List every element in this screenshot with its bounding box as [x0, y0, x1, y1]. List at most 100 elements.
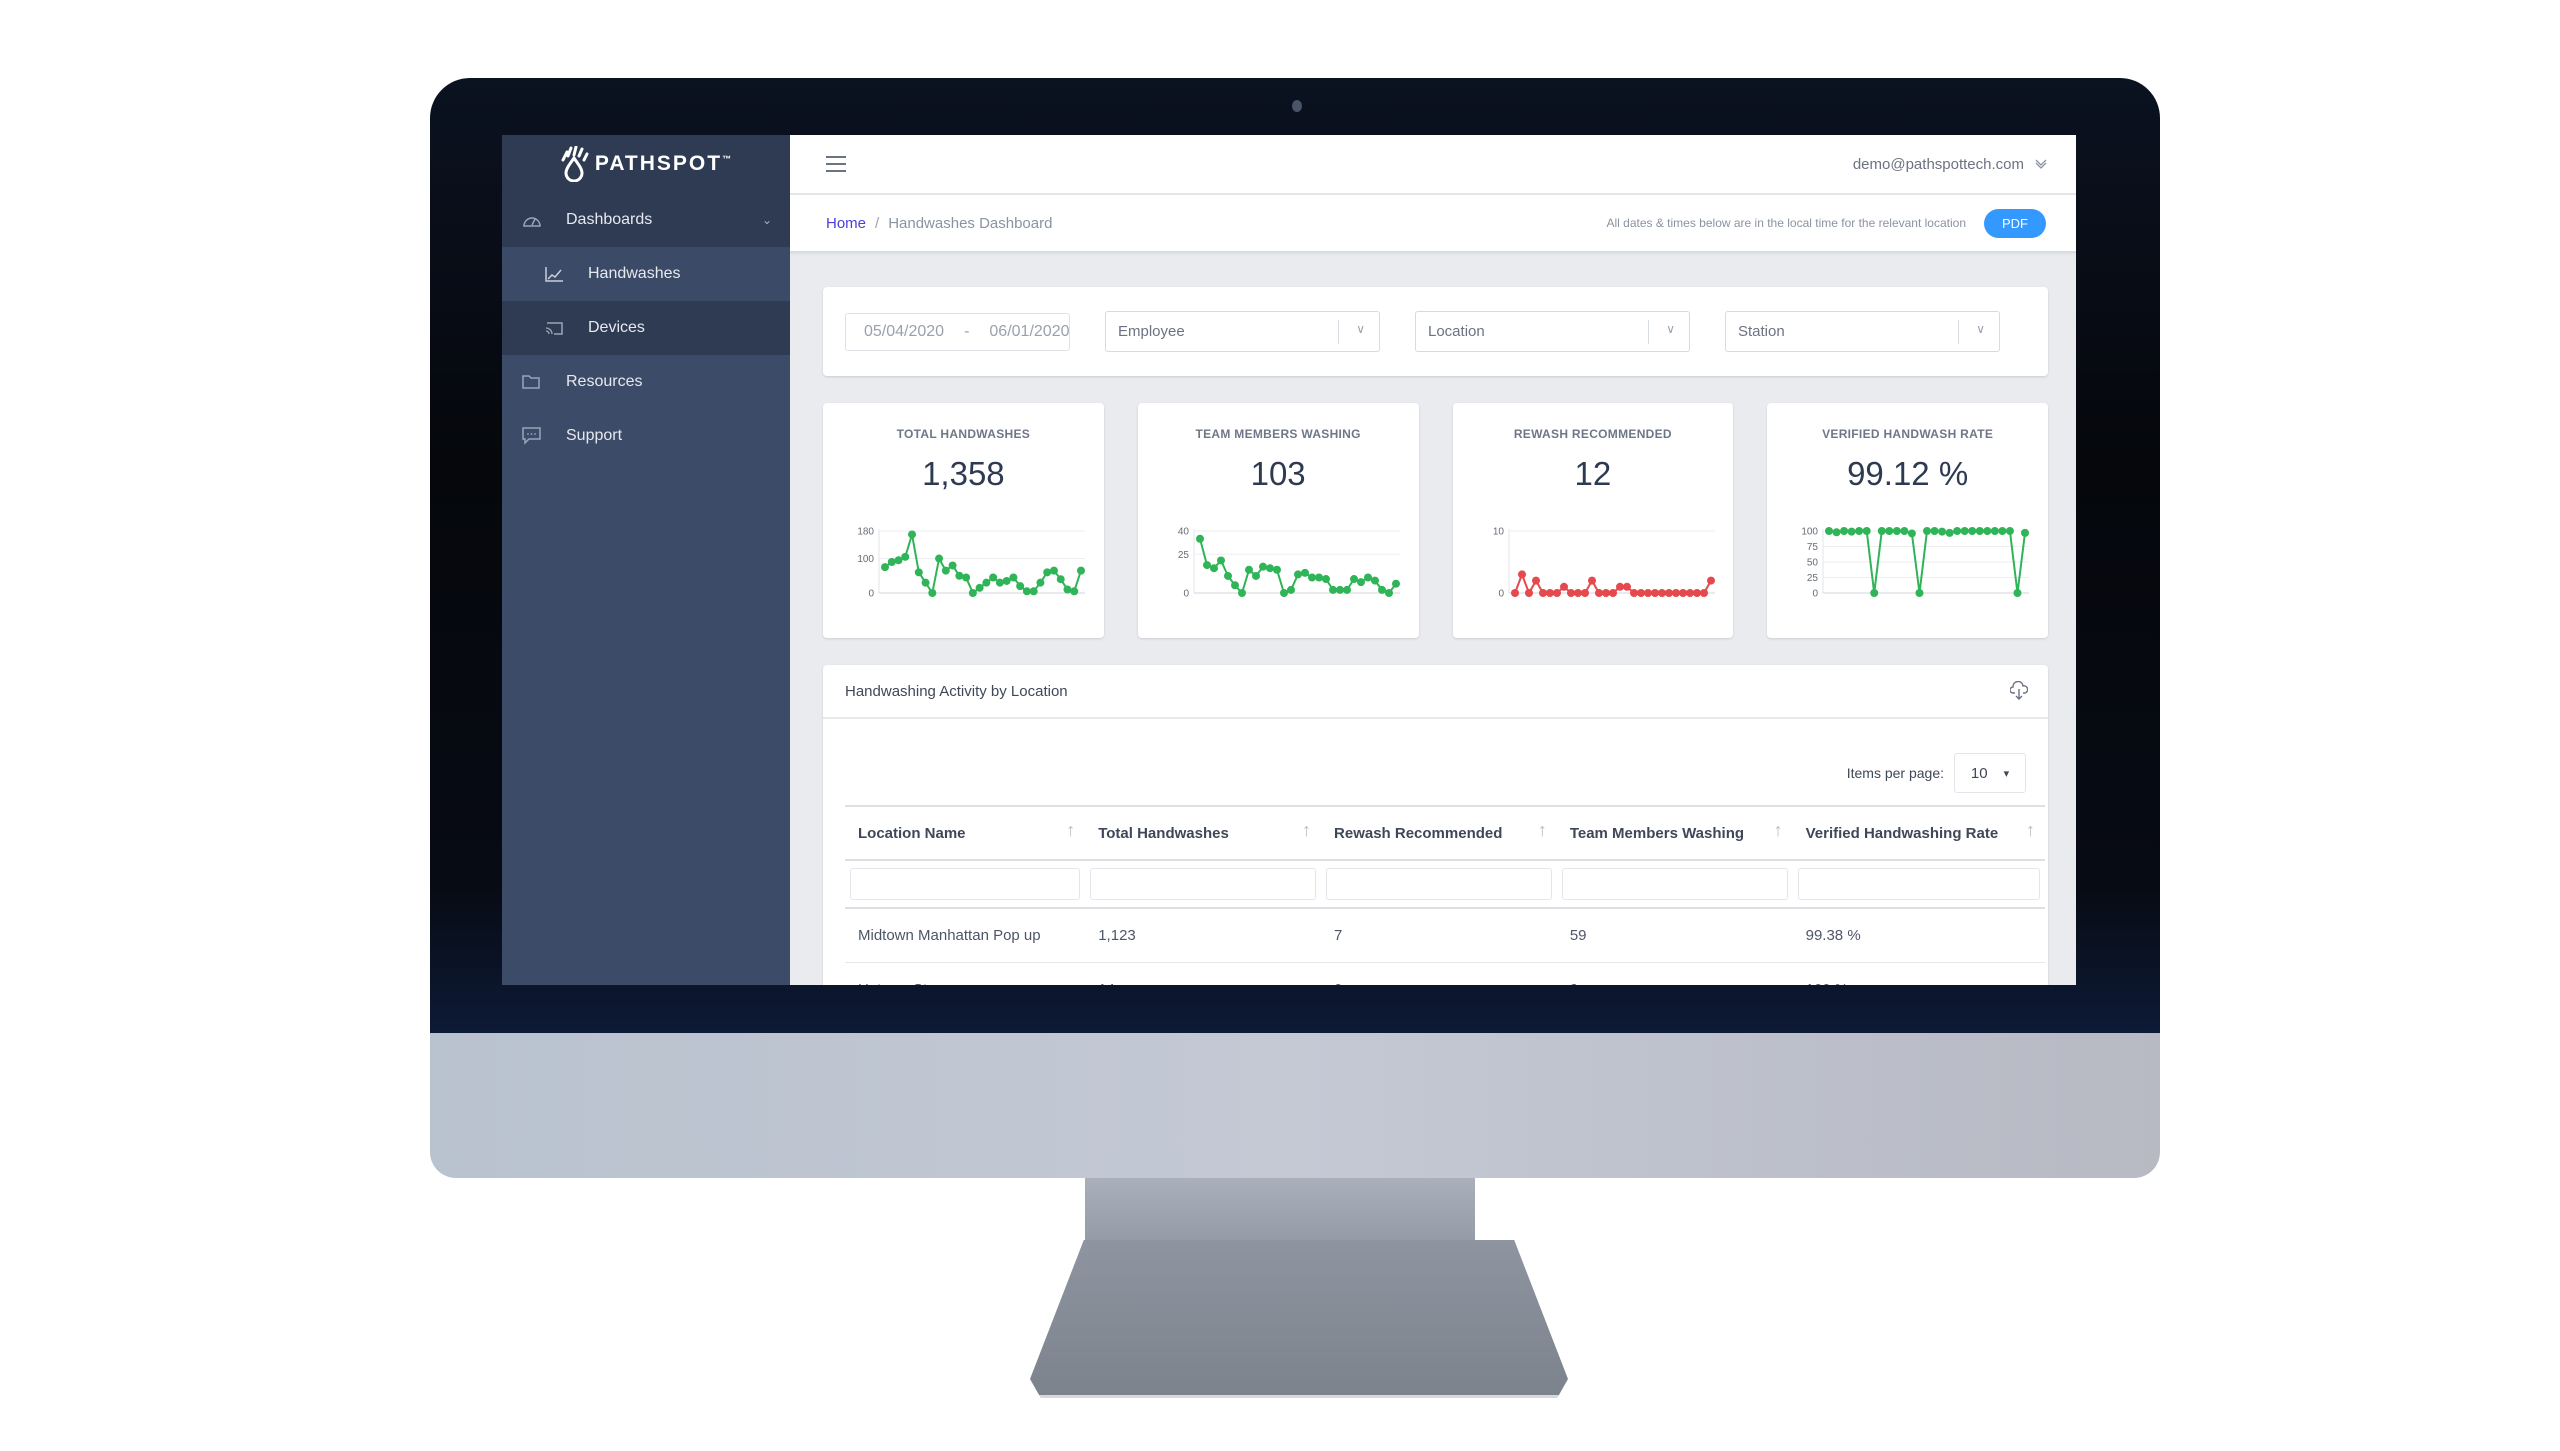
screen: PATHSPOT™ Dashboards ⌄ Handwashes Device…	[502, 135, 2076, 985]
data-point	[1517, 570, 1526, 579]
sidebar-item-support[interactable]: Support	[502, 409, 790, 463]
data-point	[1265, 564, 1274, 573]
data-point	[1983, 527, 1992, 535]
y-tick-label: 25	[1807, 573, 1819, 584]
camera-icon	[1292, 100, 1302, 112]
verified-rate-filter-input[interactable]	[1797, 868, 2040, 900]
date-start[interactable]: 05/04/2020	[864, 323, 944, 341]
total-handwashes-filter-input[interactable]	[1090, 868, 1317, 900]
sidebar-item-devices[interactable]: Devices	[502, 301, 790, 355]
series-line	[1198, 538, 1397, 595]
y-tick-label: 40	[1178, 527, 1190, 538]
data-point	[1643, 589, 1652, 597]
sort-arrow-icon[interactable]: ↑	[1538, 820, 1547, 841]
data-point	[1342, 585, 1351, 594]
items-per-page: Items per page: 10 ▾	[823, 719, 2048, 793]
sort-arrow-icon[interactable]: ↑	[1066, 820, 1075, 841]
cell-rate: 100 %	[1792, 962, 2045, 985]
sort-arrow-icon[interactable]: ↑	[2026, 820, 2035, 841]
stat-value: 12	[1574, 455, 1612, 492]
location-select[interactable]: Location ∨	[1415, 311, 1690, 352]
sidebar-item-handwashes[interactable]: Handwashes	[502, 247, 790, 301]
sort-arrow-icon[interactable]: ↑	[1774, 820, 1783, 841]
data-point	[1063, 585, 1072, 594]
main-content: demo@pathspottech.com Home / Handwashes Da…	[790, 135, 2076, 985]
data-point	[887, 558, 896, 566]
y-tick-label: 0	[1183, 589, 1189, 600]
data-point	[962, 573, 971, 582]
data-point	[1524, 589, 1533, 597]
table-row[interactable]: Uptown Store 14 0 9 100 %	[845, 962, 2045, 985]
data-point	[1664, 589, 1673, 597]
y-tick-label: 0	[1813, 589, 1819, 600]
column-header[interactable]: Rewash Recommended ↑	[1321, 805, 1557, 861]
chart-line-icon	[544, 263, 566, 285]
data-point	[1960, 527, 1969, 535]
data-point	[1671, 589, 1680, 597]
sidebar: PATHSPOT™ Dashboards ⌄ Handwashes Device…	[502, 135, 790, 985]
location-name-filter-input[interactable]	[850, 868, 1081, 900]
sparkline-total-handwashes: 0 100 180	[857, 527, 1085, 600]
data-point	[1531, 576, 1540, 585]
data-point	[881, 563, 889, 572]
data-point	[1650, 589, 1659, 597]
sidebar-item-label: Support	[566, 427, 623, 444]
data-point	[1915, 589, 1924, 597]
breadcrumb-home-link[interactable]: Home	[826, 215, 866, 232]
column-header[interactable]: Location Name ↑	[845, 805, 1086, 861]
station-select[interactable]: Station ∨	[1725, 311, 2000, 352]
data-point	[1335, 585, 1344, 594]
column-header[interactable]: Team Members Washing ↑	[1556, 805, 1793, 861]
table-row[interactable]: Midtown Manhattan Pop up 1,123 7 59 99.3…	[845, 908, 2045, 963]
user-menu[interactable]: demo@pathspottech.com	[1853, 156, 2048, 173]
sidebar-item-resources[interactable]: Resources	[502, 355, 790, 409]
pdf-button[interactable]: PDF	[1984, 208, 2046, 238]
data-point	[968, 589, 977, 597]
data-point	[1580, 589, 1589, 597]
station-select-placeholder: Station	[1738, 323, 1785, 340]
date-end[interactable]: 06/01/2020	[989, 323, 1069, 341]
team-members-filter-input[interactable]	[1561, 868, 1788, 900]
data-point	[1855, 527, 1864, 535]
data-point	[1009, 573, 1018, 582]
data-point	[955, 571, 964, 580]
date-range-picker[interactable]: 05/04/2020 - 06/01/2020	[845, 312, 1070, 351]
chevron-down-icon: ∨	[1976, 322, 1985, 336]
brand-logo[interactable]: PATHSPOT™	[502, 135, 790, 193]
stat-label: VERIFIED HANDWASH RATE	[1822, 427, 1994, 441]
cloud-download-icon[interactable]	[2010, 681, 2028, 701]
sort-arrow-icon[interactable]: ↑	[1302, 820, 1311, 841]
y-tick-label: 0	[1498, 589, 1504, 600]
location-table: Location Name ↑ Total Handwashes ↑ Rewash …	[845, 805, 2045, 985]
data-point	[901, 552, 910, 561]
employee-select[interactable]: Employee ∨	[1105, 311, 1380, 352]
items-per-page-select[interactable]: 10 ▾	[1954, 753, 2026, 793]
data-point	[1832, 528, 1841, 537]
rewash-filter-input[interactable]	[1326, 868, 1552, 900]
speedometer-icon	[522, 209, 544, 231]
chat-icon	[522, 425, 544, 447]
column-header[interactable]: Verified Handwashing Rate ↑	[1792, 805, 2045, 861]
menu-toggle-icon[interactable]	[826, 156, 846, 172]
data-point	[1594, 589, 1603, 597]
data-point	[1258, 562, 1267, 571]
pathspot-logo-icon	[561, 146, 589, 182]
data-point	[935, 554, 944, 563]
cell-total: 14	[1085, 962, 1322, 985]
column-filter-row	[845, 860, 2045, 909]
column-header[interactable]: Total Handwashes ↑	[1085, 805, 1322, 861]
items-per-page-value: 10	[1970, 764, 1988, 782]
sidebar-item-dashboards[interactable]: Dashboards ⌄	[502, 193, 790, 247]
data-point	[1657, 589, 1666, 597]
data-point	[1840, 527, 1849, 535]
data-point	[1991, 527, 2000, 535]
folder-icon	[522, 371, 544, 393]
y-tick-label: 75	[1807, 542, 1819, 553]
sparkline-rewash: 0 10	[1492, 527, 1715, 600]
data-point	[1314, 573, 1323, 582]
data-point	[1293, 570, 1302, 579]
data-point	[1953, 527, 1962, 535]
table-header-row: Location Name ↑ Total Handwashes ↑ Rewash …	[845, 805, 2045, 861]
data-point	[1300, 568, 1309, 577]
data-point	[1056, 575, 1065, 584]
